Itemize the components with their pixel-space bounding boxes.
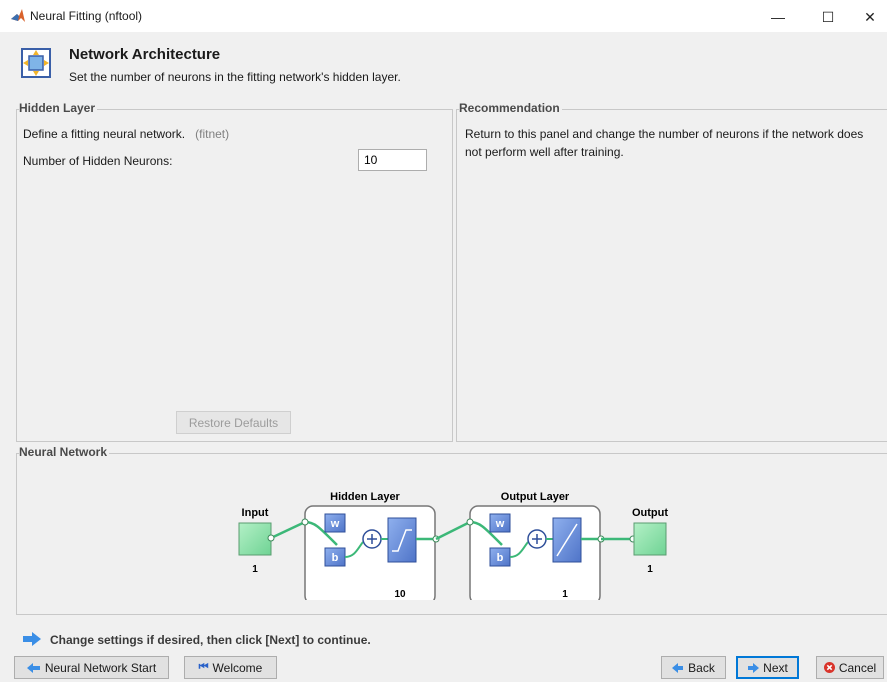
next-button[interactable]: Next: [736, 656, 799, 679]
neural-network-start-label: Neural Network Start: [44, 660, 157, 675]
recommendation-panel-title: Recommendation: [459, 101, 562, 115]
output-layer-size-label: 1: [562, 589, 568, 600]
cancel-label: Cancel: [838, 660, 877, 675]
welcome-button[interactable]: ⏮ Welcome: [184, 656, 277, 679]
back-button[interactable]: Back: [661, 656, 726, 679]
hidden-input-junction: [301, 518, 309, 526]
input-label: Input: [242, 507, 269, 519]
output-input-junction: [466, 518, 474, 526]
page-title: Network Architecture: [69, 46, 221, 63]
network-description: Define a fitting neural network. (fitnet…: [23, 127, 230, 141]
output-label: Output: [632, 507, 668, 519]
skip-back-icon: ⏮: [198, 661, 209, 673]
hint-text: Change settings if desired, then click […: [50, 633, 371, 647]
minimize-button[interactable]: —: [758, 4, 798, 30]
maximize-button[interactable]: ☐: [808, 4, 848, 30]
input-junction: [267, 534, 275, 542]
output-layer-label: Output Layer: [501, 491, 570, 503]
neural-network-panel-title: Neural Network: [19, 445, 110, 459]
output-node: [633, 522, 667, 556]
output-bias-symbol: b: [497, 552, 504, 564]
cancel-button[interactable]: Cancel: [816, 656, 884, 679]
recommendation-text-line1: Return to this panel and change the numb…: [465, 127, 864, 141]
main-client-area: Network Architecture Set the number of n…: [0, 32, 887, 682]
recommendation-text-line2: not perform well after training.: [465, 145, 624, 159]
network-architecture-icon: [21, 48, 51, 78]
window-title: Neural Fitting (nftool): [30, 9, 143, 23]
welcome-label: Welcome: [212, 660, 263, 675]
input-node: [238, 522, 272, 556]
hidden-neurons-input[interactable]: [358, 149, 427, 171]
back-arrow-icon: [26, 662, 40, 673]
neural-network-start-button[interactable]: Neural Network Start: [14, 656, 169, 679]
right-arrow-icon: [748, 662, 760, 673]
next-label: Next: [763, 660, 788, 675]
close-button[interactable]: ✕: [850, 4, 887, 30]
layer-connector: [435, 520, 471, 541]
output-size-label: 1: [647, 564, 653, 575]
input-size-label: 1: [252, 564, 258, 575]
fitnet-label: (fitnet): [195, 127, 230, 141]
hidden-bias-symbol: b: [332, 552, 339, 564]
output-weight-symbol: w: [495, 518, 505, 530]
page-subtitle: Set the number of neurons in the fitting…: [69, 70, 401, 84]
hidden-weight-symbol: w: [330, 518, 340, 530]
hidden-size-label: 10: [394, 589, 406, 600]
arrow-right-icon: [23, 632, 41, 646]
network-diagram: Input 1 Hidden Layer w b 10 Output Layer…: [238, 491, 668, 600]
hidden-neurons-label: Number of Hidden Neurons:: [23, 154, 173, 168]
back-label: Back: [688, 660, 715, 675]
title-bar: Neural Fitting (nftool) — ☐ ✕: [0, 0, 887, 32]
matlab-logo-icon: [11, 9, 25, 22]
left-arrow-icon: [672, 662, 684, 673]
input-connector: [270, 520, 306, 540]
hidden-layer-label: Hidden Layer: [330, 491, 400, 503]
restore-defaults-button[interactable]: Restore Defaults: [176, 411, 291, 434]
cancel-icon: [823, 662, 835, 673]
hidden-layer-panel-title: Hidden Layer: [19, 101, 98, 115]
